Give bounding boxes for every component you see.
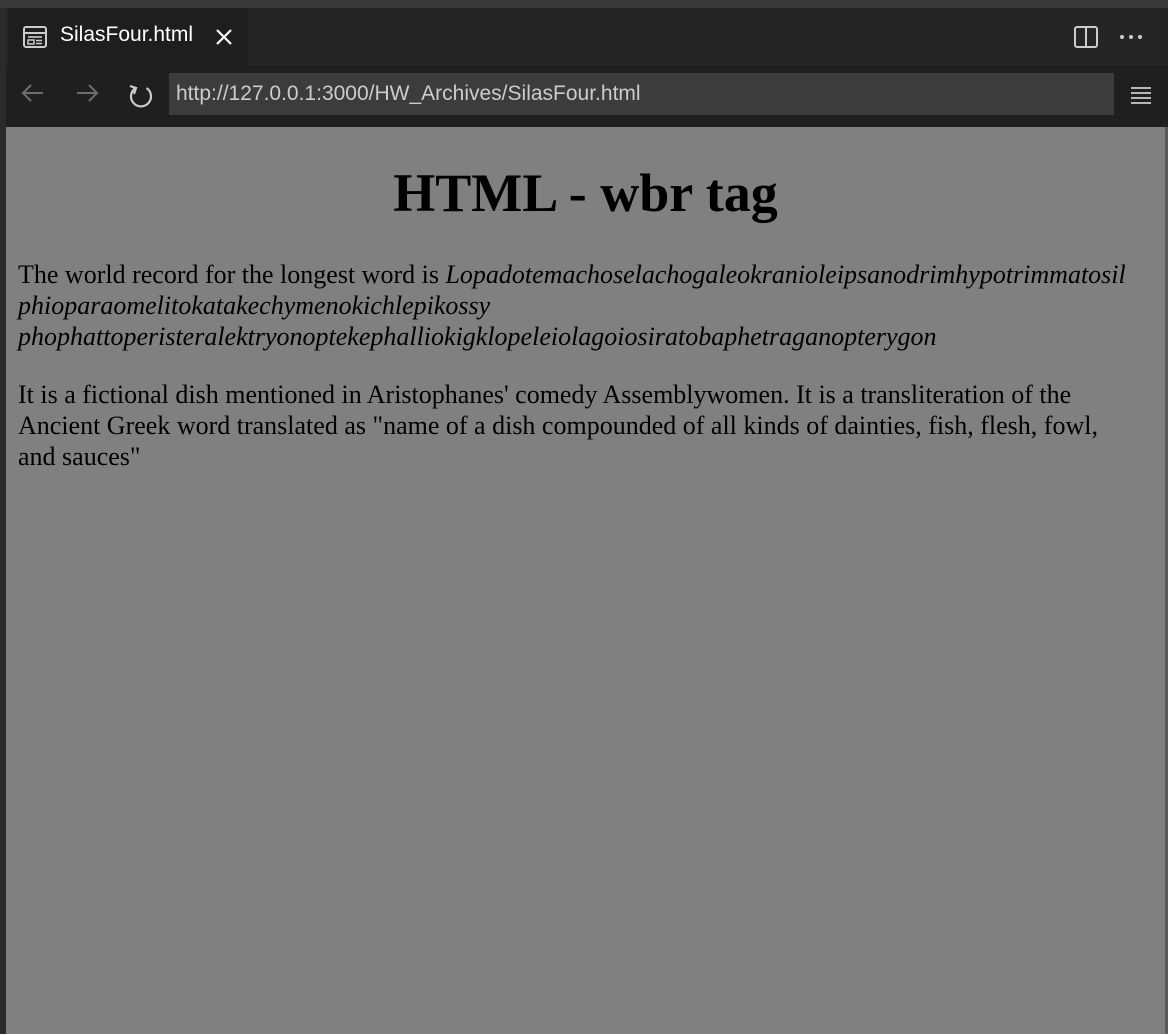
description-line-2: Ancient Greek word translated as "name o… — [18, 411, 1098, 440]
navigation-bar: http://127.0.0.1:3000/HW_Archives/SilasF… — [6, 66, 1168, 127]
description-line-3: and sauces" — [18, 442, 141, 471]
preview-icon — [22, 25, 48, 49]
description-line-1: It is a fictional dish mentioned in Aris… — [18, 380, 1072, 409]
split-editor-icon[interactable] — [1072, 24, 1100, 50]
paragraph-description: It is a fictional dish mentioned in Aris… — [18, 379, 1158, 472]
paragraph-text: The world record for the longest word is — [18, 260, 446, 289]
arrow-right-icon[interactable] — [70, 79, 104, 113]
browser-window: SilasFour.html http://127.0.0.1:3000/HW_… — [0, 0, 1168, 1034]
longest-word-line-2: phioparaomelitokatakechymenokichlepikoss… — [18, 291, 491, 320]
tab-title: SilasFour.html — [60, 23, 194, 46]
menu-icon[interactable] — [1126, 82, 1156, 110]
longest-word-line-1: Lopadotemachoselachogaleokranioleipsanod… — [445, 260, 1126, 289]
page-content[interactable]: HTML - wbr tag The world record for the … — [6, 127, 1165, 1034]
window-top-strip — [0, 0, 1168, 8]
more-actions-icon[interactable] — [1116, 24, 1146, 50]
page-title: HTML - wbr tag — [393, 163, 778, 223]
close-icon[interactable] — [212, 25, 236, 49]
paragraph-longest-word: The world record for the longest word is… — [18, 259, 1158, 352]
url-input[interactable]: http://127.0.0.1:3000/HW_Archives/SilasF… — [169, 73, 1114, 115]
longest-word-line-3: phophattoperisteralektryonoptekephalliok… — [18, 322, 937, 351]
reload-icon[interactable] — [124, 79, 158, 113]
tab-bar: SilasFour.html — [6, 8, 1168, 66]
tab-silasfour[interactable]: SilasFour.html — [8, 8, 248, 66]
arrow-left-icon[interactable] — [16, 79, 50, 113]
